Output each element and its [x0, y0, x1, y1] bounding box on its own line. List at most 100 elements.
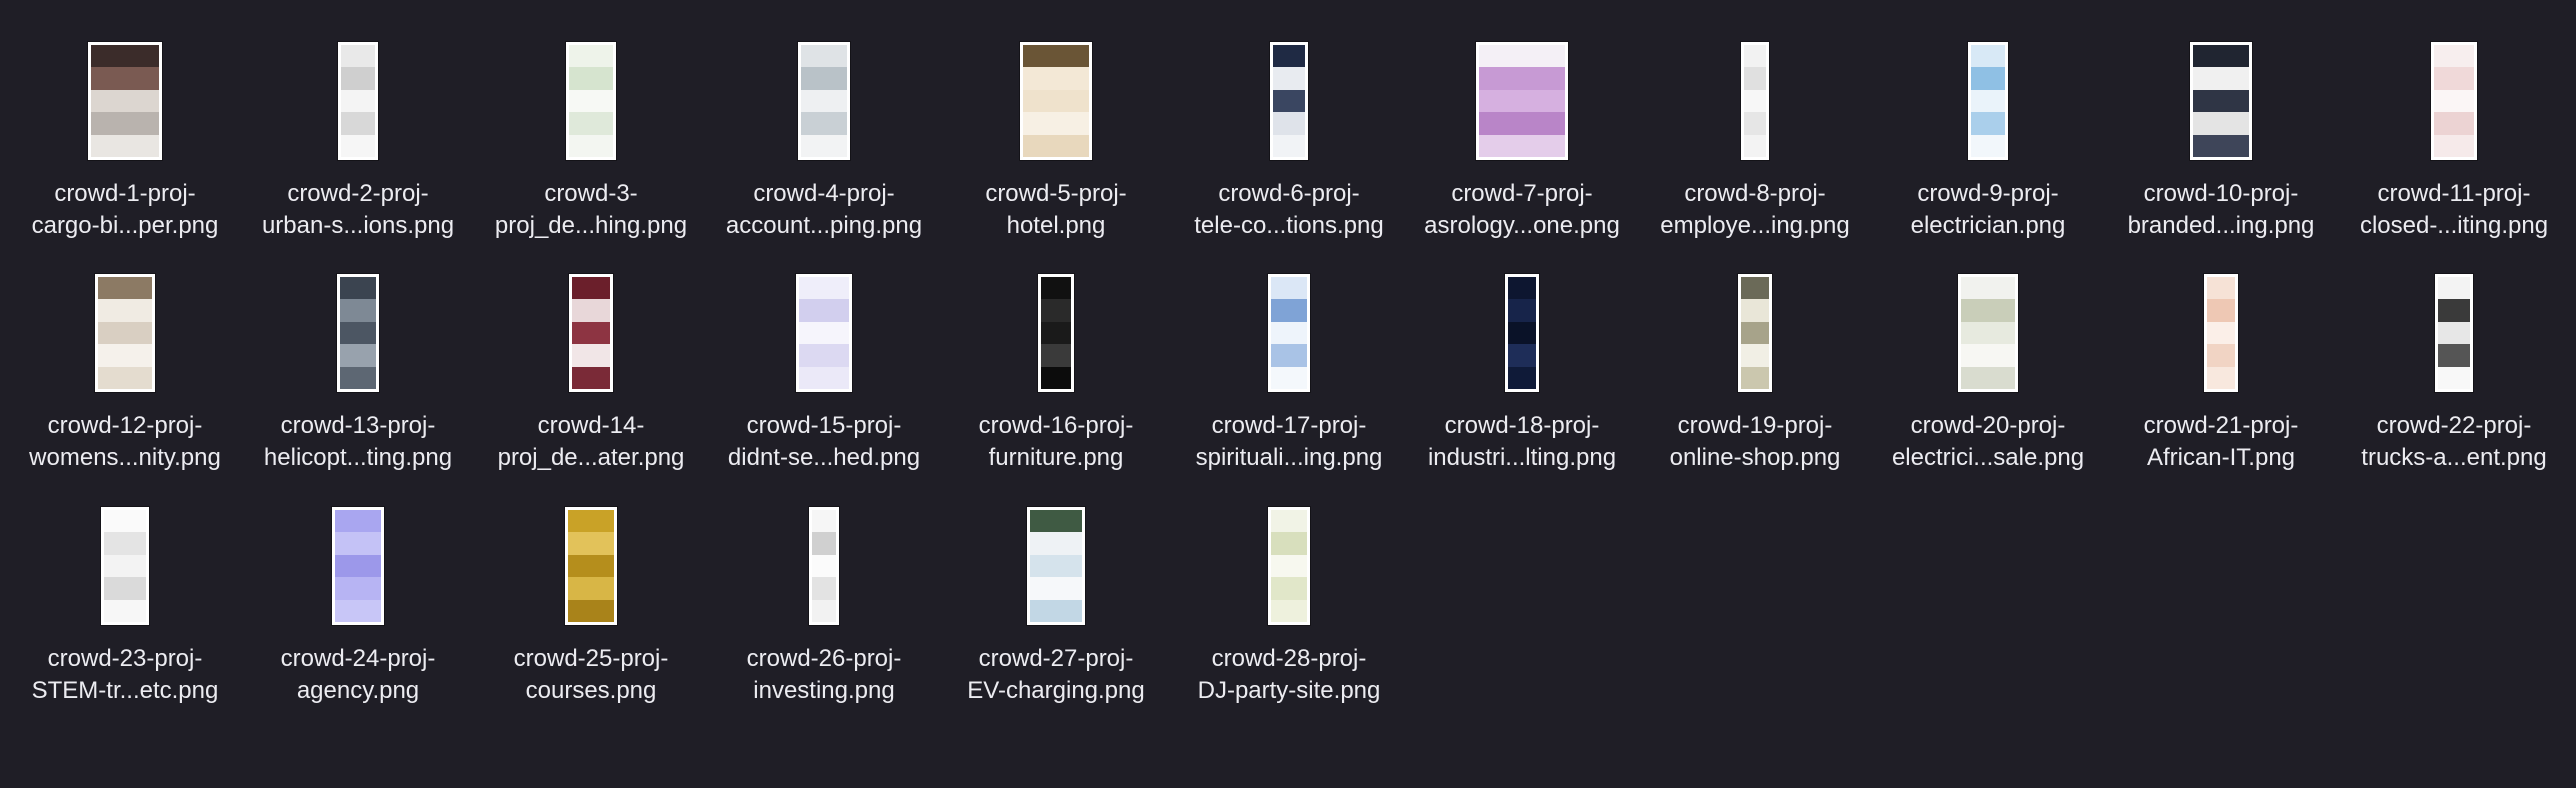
thumbnail-container	[9, 505, 241, 627]
image-file-icon[interactable]	[569, 274, 613, 392]
thumbnail-preview-band	[98, 321, 152, 345]
thumbnail-preview-band	[1508, 299, 1536, 322]
file-item[interactable]: crowd-12-proj-womens...nity.png	[9, 232, 241, 471]
file-item[interactable]: crowd-28-proj- DJ-party-site.png	[1173, 465, 1405, 704]
file-item[interactable]: crowd-2-proj-urban-s...ions.png	[242, 0, 474, 239]
file-item[interactable]: crowd-13-proj-helicopt...ting.png	[242, 232, 474, 471]
image-file-icon[interactable]	[565, 507, 617, 625]
file-item[interactable]: crowd-25-proj-courses.png	[475, 465, 707, 704]
thumbnail-preview-band	[1744, 67, 1766, 90]
image-file-icon[interactable]	[798, 42, 850, 160]
file-item[interactable]: crowd-18-proj-industri...lting.png	[1406, 232, 1638, 471]
file-item[interactable]: crowd-6-proj-tele-co...tions.png	[1173, 0, 1405, 239]
file-item[interactable]: crowd-1-proj-cargo-bi...per.png	[9, 0, 241, 239]
image-file-icon[interactable]	[1958, 274, 2018, 392]
file-item[interactable]: crowd-23-proj- STEM-tr...etc.png	[9, 465, 241, 704]
thumbnail-preview-band	[1508, 344, 1536, 367]
file-name[interactable]: crowd-20-proj-electrici...sale.png	[1872, 410, 2104, 474]
thumbnail-preview-band	[568, 510, 614, 533]
file-item[interactable]: crowd-24-proj-agency.png	[242, 465, 474, 704]
image-file-icon[interactable]	[88, 42, 162, 160]
file-item[interactable]: crowd-17-proj-spirituali...ing.png	[1173, 232, 1405, 471]
image-file-icon[interactable]	[1027, 507, 1085, 625]
thumbnail-preview-band	[1741, 277, 1769, 300]
file-item[interactable]: crowd-26-proj-investing.png	[708, 465, 940, 704]
file-item[interactable]: crowd-7-proj-asrology...one.png	[1406, 0, 1638, 239]
thumbnail-preview-band	[2438, 366, 2470, 389]
thumbnail-preview-band	[1961, 321, 2015, 345]
file-item[interactable]: crowd-16-proj-furniture.png	[940, 232, 1172, 471]
thumbnail-preview-band	[1744, 134, 1766, 157]
file-item[interactable]: crowd-22-proj-trucks-a...ent.png	[2338, 232, 2570, 471]
file-item[interactable]: crowd-9-proj-electrician.png	[1872, 0, 2104, 239]
file-item[interactable]: crowd-8-proj-employe...ing.png	[1639, 0, 1871, 239]
file-item[interactable]: crowd-27-proj- EV-charging.png	[940, 465, 1172, 704]
thumbnail-preview-band	[1023, 112, 1089, 135]
file-item[interactable]: crowd-15-proj-didnt-se...hed.png	[708, 232, 940, 471]
image-file-icon[interactable]	[796, 274, 852, 392]
image-file-icon[interactable]	[1738, 274, 1772, 392]
image-file-icon[interactable]	[809, 507, 839, 625]
thumbnail-preview-band	[1479, 134, 1565, 157]
thumbnail-preview-band	[2207, 277, 2235, 300]
thumbnail-preview-band	[1271, 599, 1307, 622]
image-file-icon[interactable]	[2190, 42, 2252, 160]
image-file-icon[interactable]	[338, 42, 378, 160]
file-item[interactable]: crowd-20-proj-electrici...sale.png	[1872, 232, 2104, 471]
file-name-line-1: crowd-2-proj-	[287, 180, 429, 207]
image-file-icon[interactable]	[1268, 274, 1310, 392]
file-name[interactable]: crowd-26-proj-investing.png	[708, 643, 940, 707]
thumbnail-preview-band	[572, 299, 610, 322]
file-item[interactable]: crowd-5-proj-hotel.png	[940, 0, 1172, 239]
thumbnail-preview-band	[2434, 67, 2474, 90]
file-name-line-2: DJ-party-site.png	[1197, 677, 1381, 704]
image-file-icon[interactable]	[1476, 42, 1568, 160]
image-file-icon[interactable]	[2204, 274, 2238, 392]
thumbnail-preview-band	[2438, 299, 2470, 322]
thumbnail-preview-band	[569, 67, 613, 90]
file-item[interactable]: crowd-21-proj- African-IT.png	[2105, 232, 2337, 471]
file-name[interactable]: crowd-21-proj- African-IT.png	[2105, 410, 2337, 474]
image-file-icon[interactable]	[1505, 274, 1539, 392]
file-name[interactable]: crowd-18-proj-industri...lting.png	[1406, 410, 1638, 474]
file-item[interactable]: crowd-4-proj-account...ping.png	[708, 0, 940, 239]
thumbnail-preview-band	[1479, 45, 1565, 68]
image-file-icon[interactable]	[2431, 42, 2477, 160]
file-name[interactable]: crowd-27-proj- EV-charging.png	[940, 643, 1172, 707]
image-file-icon[interactable]	[2435, 274, 2473, 392]
image-file-icon[interactable]	[1968, 42, 2008, 160]
file-item[interactable]: crowd-19-proj-online-shop.png	[1639, 232, 1871, 471]
image-file-icon[interactable]	[1270, 42, 1308, 160]
image-file-icon[interactable]	[1741, 42, 1769, 160]
file-name[interactable]: crowd-24-proj-agency.png	[242, 643, 474, 707]
file-name[interactable]: crowd-19-proj-online-shop.png	[1639, 410, 1871, 474]
thumbnail-preview-band	[2434, 134, 2474, 157]
image-file-icon[interactable]	[101, 507, 149, 625]
thumbnail-container	[2105, 272, 2337, 394]
file-name-line-2: investing.png	[753, 677, 895, 704]
file-item[interactable]: crowd-3- proj_de...hing.png	[475, 0, 707, 239]
thumbnail-preview-band	[340, 277, 376, 300]
file-name[interactable]: crowd-25-proj-courses.png	[475, 643, 707, 707]
image-file-icon[interactable]	[1020, 42, 1092, 160]
image-file-icon[interactable]	[566, 42, 616, 160]
thumbnail-preview-band	[799, 366, 849, 389]
image-file-icon[interactable]	[337, 274, 379, 392]
thumbnail-preview-band	[812, 532, 836, 555]
thumbnail-container	[9, 40, 241, 162]
image-file-icon[interactable]	[332, 507, 384, 625]
file-name[interactable]: crowd-22-proj-trucks-a...ent.png	[2338, 410, 2570, 474]
file-name[interactable]: crowd-23-proj- STEM-tr...etc.png	[9, 643, 241, 707]
file-name[interactable]: crowd-28-proj- DJ-party-site.png	[1173, 643, 1405, 707]
file-item[interactable]: crowd-11-proj-closed-...iting.png	[2338, 0, 2570, 239]
thumbnail-preview-band	[1273, 112, 1305, 135]
thumbnail-preview-band	[341, 89, 375, 113]
image-file-icon[interactable]	[1268, 507, 1310, 625]
file-item[interactable]: crowd-10-proj-branded...ing.png	[2105, 0, 2337, 239]
thumbnail-container	[708, 505, 940, 627]
image-file-icon[interactable]	[95, 274, 155, 392]
image-file-icon[interactable]	[1038, 274, 1074, 392]
file-item[interactable]: crowd-14- proj_de...ater.png	[475, 232, 707, 471]
thumbnail-preview-band	[1041, 366, 1071, 389]
thumbnail-preview-band	[341, 134, 375, 157]
